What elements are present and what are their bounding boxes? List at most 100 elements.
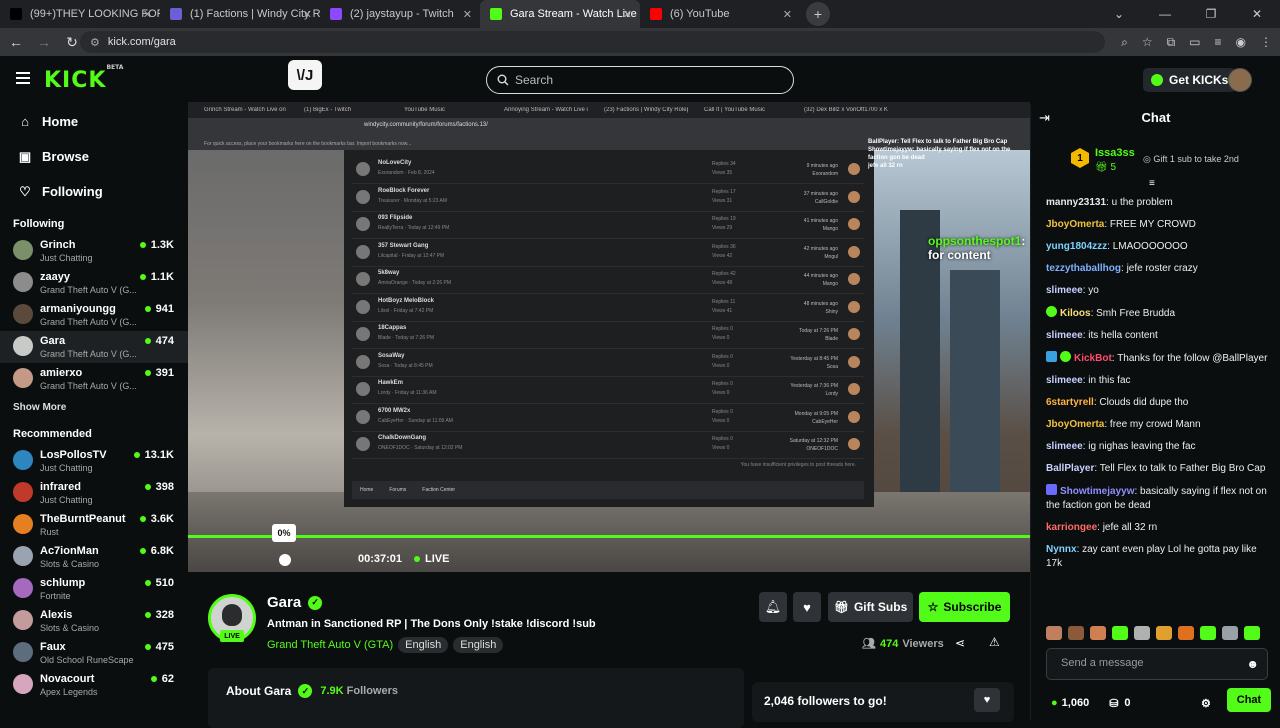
kicks-balance[interactable]: 1,060 bbox=[1062, 697, 1090, 709]
video-player[interactable]: Grinch Stream - Watch Live on Kick (1) Bi… bbox=[188, 102, 1030, 572]
bookmark-star-icon[interactable]: ☆ bbox=[1142, 35, 1153, 49]
emote-icon[interactable] bbox=[1090, 626, 1106, 640]
emote-icon[interactable] bbox=[1068, 626, 1084, 640]
browser-tab[interactable]: (2) jaystayup - Twitch ✕ bbox=[320, 0, 480, 28]
notification-bell-icon[interactable]: 🔔︎ bbox=[759, 592, 787, 622]
emote-icon[interactable] bbox=[1156, 626, 1172, 640]
channel-name[interactable]: Gara bbox=[267, 594, 301, 611]
emote-icon[interactable] bbox=[1134, 626, 1150, 640]
chat-settings-gear-icon[interactable]: ⚙ bbox=[1201, 697, 1211, 710]
sidebar-channel[interactable]: armaniyoungg Grand Theft Auto V (G... 941 bbox=[0, 299, 188, 331]
chat-username[interactable]: JboyOmerta bbox=[1046, 219, 1104, 230]
sidebar-nav-following[interactable]: ♡ Following bbox=[0, 174, 188, 209]
emote-icon[interactable] bbox=[1244, 626, 1260, 640]
sidebar-channel[interactable]: Alexis Slots & Casino 328 bbox=[0, 605, 188, 637]
sidebar-channel[interactable]: Gara Grand Theft Auto V (G... 474 bbox=[0, 331, 188, 363]
extension-icon[interactable]: \/J bbox=[288, 60, 322, 90]
emote-icon[interactable] bbox=[1200, 626, 1216, 640]
sidebar-channel[interactable]: amierxo Grand Theft Auto V (G... 391 bbox=[0, 363, 188, 395]
emoji-icon[interactable]: ☻ bbox=[1246, 657, 1259, 671]
get-kicks-button[interactable]: Get KICKs bbox=[1143, 68, 1237, 92]
search-box[interactable] bbox=[486, 66, 794, 94]
sidebar-channel[interactable]: TheBurntPeanut Rust 3.6K bbox=[0, 509, 188, 541]
sidebar-channel[interactable]: Grinch Just Chatting 1.3K bbox=[0, 235, 188, 267]
media-icon[interactable]: ≡ bbox=[1215, 35, 1222, 49]
forward-icon[interactable]: → bbox=[32, 34, 56, 50]
live-indicator[interactable]: LIVE bbox=[414, 553, 449, 565]
goal-heart-icon[interactable]: ♥ bbox=[974, 688, 1000, 712]
tab-close-icon[interactable]: ✕ bbox=[783, 8, 792, 21]
hamburger-menu-icon[interactable] bbox=[16, 72, 30, 84]
sidebar-channel[interactable]: zaayy Grand Theft Auto V (G... 1.1K bbox=[0, 267, 188, 299]
site-settings-icon[interactable]: ⚙ bbox=[90, 36, 100, 49]
chat-message-input[interactable] bbox=[1047, 649, 1237, 677]
sidebar-channel[interactable]: infrared Just Chatting 398 bbox=[0, 477, 188, 509]
chat-input-box[interactable]: ☻ bbox=[1046, 648, 1268, 680]
report-warning-icon[interactable]: ⚠ bbox=[989, 635, 1000, 649]
chat-username[interactable]: 6startyrell bbox=[1046, 397, 1094, 408]
cast-icon[interactable]: ▭ bbox=[1189, 35, 1200, 49]
sidebar-channel[interactable]: Ac7ionMan Slots & Casino 6.8K bbox=[0, 541, 188, 573]
back-icon[interactable]: ← bbox=[4, 34, 28, 50]
user-avatar[interactable] bbox=[1228, 68, 1252, 92]
tab-close-icon[interactable]: ✕ bbox=[303, 8, 312, 21]
sidebar-channel[interactable]: Novacourt Apex Legends 62 bbox=[0, 669, 188, 701]
language-tag[interactable]: English bbox=[398, 637, 449, 653]
chat-username[interactable]: Nynnx bbox=[1046, 544, 1077, 555]
sidebar-channel[interactable]: LosPollosTV Just Chatting 13.1K bbox=[0, 445, 188, 477]
search-input[interactable] bbox=[515, 73, 765, 87]
new-tab-icon[interactable]: + bbox=[806, 2, 830, 26]
tab-close-icon[interactable]: ✕ bbox=[143, 8, 152, 21]
sidebar-nav-browse[interactable]: ▣ Browse bbox=[0, 139, 188, 174]
expand-chevron-icon[interactable]: ≡ bbox=[1149, 178, 1155, 189]
url-field[interactable]: ⚙ kick.com/gara bbox=[80, 31, 1105, 53]
gift-subs-button[interactable]: 🎁︎ Gift Subs bbox=[828, 592, 913, 622]
sidebar-nav-home[interactable]: ⌂ Home bbox=[0, 104, 188, 139]
close-window-icon[interactable]: ✕ bbox=[1234, 0, 1280, 28]
browser-tab[interactable]: (1) Factions | Windy City Rolepla✕ bbox=[160, 0, 320, 28]
sidebar-channel[interactable]: schlump Fortnite 510 bbox=[0, 573, 188, 605]
sidebar-channel[interactable]: Faux Old School RuneScape 475 bbox=[0, 637, 188, 669]
menu-icon[interactable]: ⋮ bbox=[1260, 35, 1272, 49]
volume-slider-knob[interactable] bbox=[279, 554, 291, 566]
subscribe-button[interactable]: ☆ Subscribe bbox=[919, 592, 1010, 622]
chat-username[interactable]: BallPlayer bbox=[1046, 463, 1094, 474]
browser-tab[interactable]: (99+)THEY LOOKING FOR THEIR✕ bbox=[0, 0, 160, 28]
collapse-chat-icon[interactable]: ⇥ bbox=[1039, 110, 1050, 126]
chat-username[interactable]: slimeee bbox=[1046, 330, 1083, 341]
profile-icon[interactable]: ◉ bbox=[1236, 35, 1246, 49]
emote-icon[interactable] bbox=[1112, 626, 1128, 640]
chat-username[interactable]: JboyOmerta bbox=[1046, 419, 1104, 430]
chat-username[interactable]: yung1804zzz bbox=[1046, 241, 1107, 252]
browser-tab[interactable]: Gara Stream - Watch Live on Ki✕ bbox=[480, 0, 640, 28]
emote-icon[interactable] bbox=[1178, 626, 1194, 640]
chat-username[interactable]: manny23131 bbox=[1046, 197, 1106, 208]
progress-bar[interactable] bbox=[188, 535, 1030, 538]
chat-username[interactable]: KickBot bbox=[1074, 353, 1112, 364]
extensions-icon[interactable]: ⧉ bbox=[1167, 35, 1176, 50]
chat-username[interactable]: Kiloos bbox=[1060, 308, 1091, 319]
share-icon[interactable]: ⋖ bbox=[955, 636, 965, 650]
points-balance[interactable]: 0 bbox=[1124, 697, 1130, 709]
chat-username[interactable]: karriongee bbox=[1046, 522, 1097, 533]
kick-logo[interactable]: KICKBETA bbox=[44, 64, 123, 93]
tab-close-icon[interactable]: ✕ bbox=[463, 8, 472, 21]
browser-tab[interactable]: (6) YouTube ✕ bbox=[640, 0, 800, 28]
category-link[interactable]: Grand Theft Auto V (GTA) bbox=[267, 639, 393, 651]
chat-username[interactable]: tezzythaballhog bbox=[1046, 263, 1121, 274]
language-tag[interactable]: English bbox=[453, 637, 504, 653]
chat-username[interactable]: slimeee bbox=[1046, 375, 1083, 386]
tab-close-icon[interactable]: ✕ bbox=[623, 8, 632, 21]
minimize-icon[interactable]: — bbox=[1142, 0, 1188, 28]
chat-username[interactable]: slimeee bbox=[1046, 285, 1083, 296]
restore-icon[interactable]: ❐ bbox=[1188, 0, 1234, 28]
chat-username[interactable]: slimeee bbox=[1046, 441, 1083, 452]
show-more-link[interactable]: Show More bbox=[0, 395, 188, 419]
chevron-down-icon[interactable]: ⌄ bbox=[1096, 0, 1142, 28]
send-chat-button[interactable]: Chat bbox=[1227, 688, 1271, 712]
emote-icon[interactable] bbox=[1046, 626, 1062, 640]
chat-username[interactable]: Showtimejayyw bbox=[1060, 486, 1134, 497]
pinned-user[interactable]: Issa3ss bbox=[1095, 147, 1135, 159]
follow-heart-icon[interactable]: ♥ bbox=[793, 592, 821, 622]
zoom-icon[interactable]: ⌕ bbox=[1121, 35, 1128, 50]
